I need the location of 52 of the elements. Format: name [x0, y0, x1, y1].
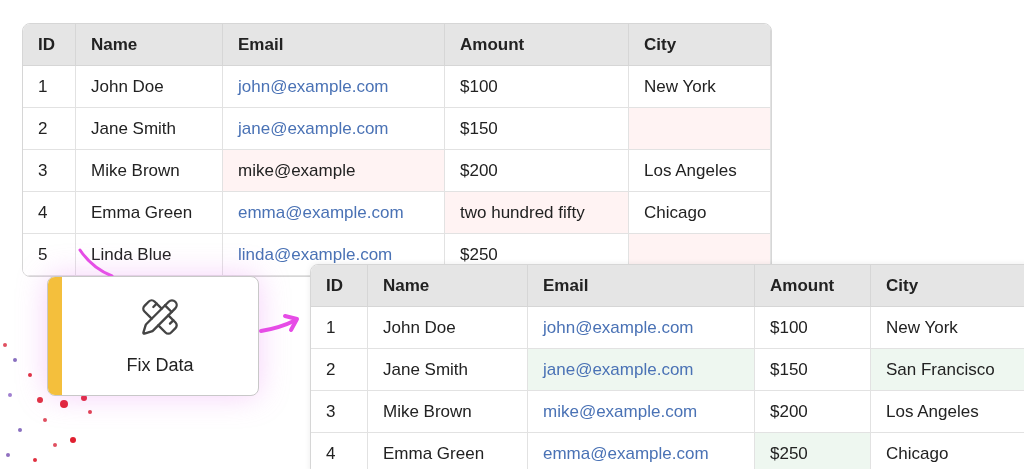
email-link[interactable]: john@example.com [238, 76, 389, 97]
table-cell: John Doe [368, 307, 528, 349]
column-header: Name [76, 24, 223, 66]
column-header: Amount [755, 265, 871, 307]
table-cell: $150 [445, 108, 629, 150]
table-cell: mike@example [223, 150, 445, 192]
table-cell: $200 [755, 391, 871, 433]
table-cell: 2 [23, 108, 76, 150]
table-cell: Chicago [629, 192, 771, 234]
column-header: Name [368, 265, 528, 307]
table-cell: $150 [755, 349, 871, 391]
table-cell: $100 [445, 66, 629, 108]
table-cell: 1 [23, 66, 76, 108]
table-cell: two hundred fifty [445, 192, 629, 234]
table-cell: Mike Brown [76, 150, 223, 192]
email-link[interactable]: mike@example.com [543, 401, 698, 422]
card-label: Fix Data [126, 354, 194, 376]
email-link[interactable]: linda@example.com [238, 244, 393, 265]
table-cell: 4 [23, 192, 76, 234]
email-link[interactable]: jane@example.com [238, 118, 389, 139]
curved-arrow [259, 314, 299, 333]
column-header: Email [528, 265, 755, 307]
table-cell: 3 [311, 391, 368, 433]
table-cell: $200 [445, 150, 629, 192]
email-link[interactable]: jane@example.com [543, 359, 694, 380]
email-link[interactable]: emma@example.com [238, 202, 404, 223]
table-cell: Jane Smith [76, 108, 223, 150]
column-header: ID [311, 265, 368, 307]
table-cell: San Francisco [871, 349, 1024, 391]
table-cell: Linda Blue [76, 234, 223, 276]
column-header: Amount [445, 24, 629, 66]
fix-data-card[interactable]: Fix Data [47, 276, 259, 396]
table-cell: Mike Brown [368, 391, 528, 433]
column-header: Email [223, 24, 445, 66]
email-link[interactable]: john@example.com [543, 317, 694, 338]
table-cell: Jane Smith [368, 349, 528, 391]
pencil-ruler-icon [140, 296, 180, 337]
column-header: City [629, 24, 771, 66]
table-cell: Los Angeles [629, 150, 771, 192]
table-cell: New York [629, 66, 771, 108]
table-cell: $250 [755, 433, 871, 469]
table-cell: 5 [23, 234, 76, 276]
column-header: ID [23, 24, 76, 66]
email-link[interactable]: emma@example.com [543, 443, 709, 464]
table-cell: John Doe [76, 66, 223, 108]
table-cell: 4 [311, 433, 368, 469]
column-header: City [871, 265, 1024, 307]
table-cell: Emma Green [76, 192, 223, 234]
table-cell: 1 [311, 307, 368, 349]
table-cell: $100 [755, 307, 871, 349]
table-cell: 3 [23, 150, 76, 192]
table-cell: 2 [311, 349, 368, 391]
